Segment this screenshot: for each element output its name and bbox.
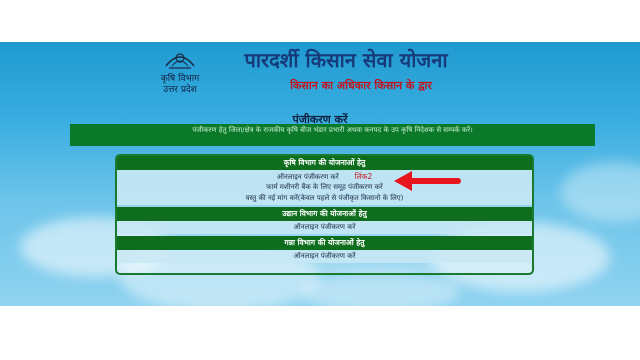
section-header-sugarcane: गन्ना विभाग की योजनाओं हेतु xyxy=(117,236,532,250)
new-item-demand-link[interactable]: वस्तु की नई मांग करें(केवल पहले से पंजीक… xyxy=(117,193,532,204)
red-arrow-icon xyxy=(394,171,461,191)
notice-banner: पंजीकरण हेतु जिला/क्षेत्र के राजकीय कृषि… xyxy=(70,124,595,146)
page-background: कृषि विभाग उत्तर प्रदेश पारदर्शी किसान स… xyxy=(0,42,640,306)
schemes-panel: कृषि विभाग की योजनाओं हेतु ऑनलाइन पंजीकर… xyxy=(115,154,534,275)
section-body-sugarcane: ऑनलाइन पंजीकरण करें xyxy=(117,250,532,263)
cloud xyxy=(560,162,640,222)
online-registration-link[interactable]: ऑनलाइन पंजीकरण करें लिंक2 xyxy=(117,171,532,182)
horticulture-online-registration-link[interactable]: ऑनलाइन पंजीकरण करें xyxy=(117,222,532,233)
department-name: कृषि विभाग उत्तर प्रदेश xyxy=(140,74,220,96)
page-subtitle: किसान का अधिकार किसान के द्वार xyxy=(290,79,432,92)
sugarcane-online-registration-link[interactable]: ऑनलाइन पंजीकरण करें xyxy=(117,251,532,262)
section-body-agriculture: ऑनलाइन पंजीकरण करें लिंक2 फार्म मशीनरी बै… xyxy=(117,170,532,205)
up-emblem-icon xyxy=(165,53,195,69)
page-title: पारदर्शी किसान सेवा योजना xyxy=(244,48,448,72)
section-header-agriculture: कृषि विभाग की योजनाओं हेतु xyxy=(117,156,532,170)
link2-annotation: लिंक2 xyxy=(354,172,373,181)
cloud xyxy=(300,272,460,306)
section-body-horticulture: ऑनलाइन पंजीकरण करें xyxy=(117,221,532,234)
department-line: कृषि विभाग xyxy=(160,74,200,84)
link-label[interactable]: ऑनलाइन पंजीकरण करें xyxy=(277,173,339,181)
farm-machinery-group-registration-link[interactable]: फार्म मशीनरी बैंक के लिए समूह पंजीकरण कर… xyxy=(117,182,532,193)
state-line: उत्तर प्रदेश xyxy=(163,85,197,95)
section-header-horticulture: उद्यान विभाग की योजनाओं हेतु xyxy=(117,207,532,221)
